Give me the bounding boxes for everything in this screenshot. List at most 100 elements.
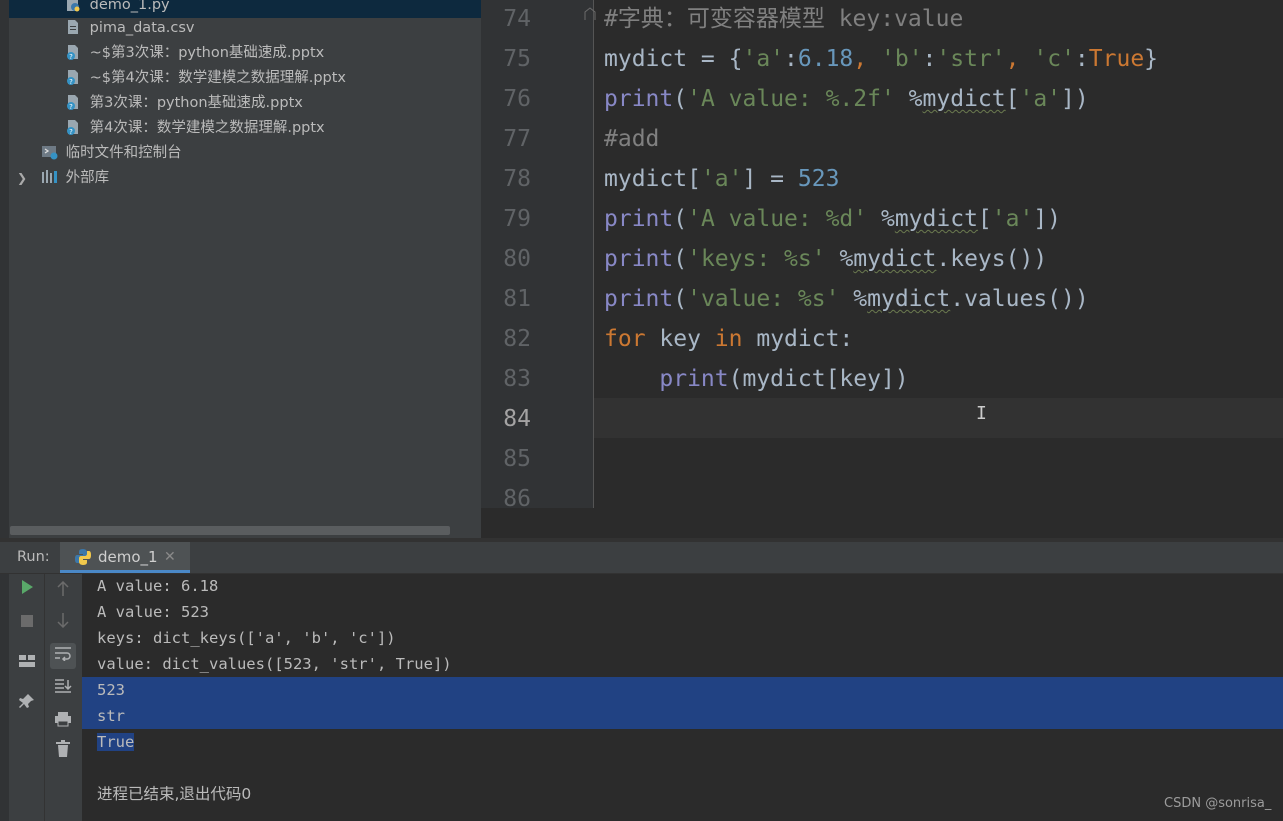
printer-icon [55, 712, 71, 727]
tree-item-tmp-ppt4[interactable]: ? ~$第4次课：数学建模之数据理解.pptx [9, 66, 346, 91]
chevron-right-icon[interactable]: ❯ [17, 166, 29, 191]
svg-text:?: ? [69, 53, 73, 60]
scratches-icon [41, 144, 58, 160]
unknown-file-icon: ? [65, 119, 81, 136]
trash-icon [56, 740, 70, 757]
stop-button[interactable] [14, 610, 40, 636]
output-line-text: A value: 523 [97, 603, 209, 621]
print-button[interactable] [50, 709, 76, 735]
line-number: 86 [503, 486, 531, 512]
current-line-highlight [594, 398, 1283, 438]
output-line-text: value: dict_values([523, 'str', True]) [97, 655, 452, 673]
scroll-down-button[interactable] [50, 610, 76, 636]
run-panel-header [0, 542, 1283, 574]
tree-item-label: demo_1.py [89, 0, 170, 13]
left-vertical-tool-strip [0, 574, 9, 821]
left-tool-strip [0, 0, 9, 538]
python-icon [74, 548, 92, 566]
code-line[interactable]: for key in mydict: [604, 319, 853, 359]
output-line: str [82, 703, 1283, 729]
toolbar-separator [44, 574, 45, 821]
tree-item-label: ~$第4次课：数学建模之数据理解.pptx [89, 70, 346, 86]
scrollbar-thumb[interactable] [10, 526, 450, 535]
code-line[interactable]: mydict = {'a':6.18, 'b':'str', 'c':True} [604, 39, 1158, 79]
output-line-text: 523 [97, 681, 125, 699]
line-number: 79 [503, 206, 531, 232]
scroll-up-button[interactable] [50, 579, 76, 605]
line-number: 83 [503, 366, 531, 392]
run-tab-label: demo_1 [98, 548, 158, 566]
tree-item-label: ~$第3次课：python基础速成.pptx [89, 45, 325, 61]
tree-item-tmp-ppt3[interactable]: ? ~$第3次课：python基础速成.pptx [9, 41, 324, 66]
line-number: 85 [503, 446, 531, 472]
tree-item-external-libraries[interactable]: ❯ 外部库 [9, 166, 109, 191]
code-line[interactable]: print('A value: %d' %mydict['a']) [604, 199, 1061, 239]
line-number: 76 [503, 86, 531, 112]
text-cursor-icon: I [976, 403, 987, 424]
tree-item-label: pima_data.csv [89, 20, 195, 36]
code-line[interactable]: print('value: %s' %mydict.values()) [604, 279, 1089, 319]
pin-icon [19, 694, 34, 708]
line-number: 75 [503, 46, 531, 72]
code-line[interactable]: #字典：可变容器模型 key:value [604, 0, 963, 39]
library-icon [41, 169, 57, 185]
soft-wrap-button[interactable] [50, 643, 76, 669]
tree-item-scratches[interactable]: 临时文件和控制台 [9, 141, 182, 166]
rerun-button[interactable] [14, 577, 40, 603]
output-line: A value: 6.18 [82, 573, 1283, 599]
close-icon[interactable]: ✕ [164, 546, 176, 568]
arrow-down-icon [57, 613, 69, 629]
unknown-file-icon: ? [65, 44, 81, 61]
output-line: 进程已结束,退出代码0 [82, 781, 1283, 807]
python-file-icon [65, 0, 81, 12]
line-number: 74 [503, 6, 531, 32]
output-line [82, 755, 1283, 781]
output-line: keys: dict_keys(['a', 'b', 'c']) [82, 625, 1283, 651]
layout-icon [19, 655, 35, 667]
output-line-text [82, 759, 97, 777]
scroll-to-end-button[interactable] [50, 676, 76, 702]
stop-icon [21, 615, 33, 627]
svg-text:?: ? [69, 128, 73, 135]
line-number: 77 [503, 126, 531, 152]
line-number: 84 [503, 406, 531, 432]
code-line[interactable]: #add [604, 119, 659, 159]
output-line: True [82, 729, 1283, 755]
arrow-up-icon [57, 580, 69, 596]
soft-wrap-icon [55, 647, 71, 662]
line-number: 78 [503, 166, 531, 192]
output-line: 523 [82, 677, 1283, 703]
layout-button[interactable] [14, 650, 40, 676]
watermark: CSDN @sonrisa_ [1164, 796, 1272, 811]
tree-item-pima-data[interactable]: pima_data.csv [9, 16, 194, 41]
run-label: Run: [17, 549, 50, 565]
code-line[interactable]: print('A value: %.2f' %mydict['a']) [604, 79, 1089, 119]
line-number: 82 [503, 326, 531, 352]
tree-item-ppt4[interactable]: ? 第4次课：数学建模之数据理解.pptx [9, 116, 325, 141]
svg-text:?: ? [69, 103, 73, 110]
pin-tab-button[interactable] [14, 692, 40, 718]
tree-item-label: 第3次课：python基础速成.pptx [89, 95, 303, 111]
fold-marker-icon[interactable] [584, 6, 596, 20]
unknown-file-icon: ? [65, 69, 81, 86]
output-line-text: keys: dict_keys(['a', 'b', 'c']) [97, 629, 396, 647]
code-line[interactable]: print(mydict[key]) [604, 359, 908, 399]
tree-item-ppt3[interactable]: ? 第3次课：python基础速成.pptx [9, 91, 303, 116]
code-line[interactable]: mydict['a'] = 523 [604, 159, 839, 199]
text-file-icon [65, 19, 81, 35]
output-line-text: str [97, 707, 125, 725]
tree-item-label: 外部库 [65, 170, 110, 186]
output-line-text: 进程已结束,退出代码0 [97, 785, 252, 803]
code-line[interactable]: print('keys: %s' %mydict.keys()) [604, 239, 1047, 279]
play-icon [22, 580, 33, 594]
output-line: value: dict_values([523, 'str', True]) [82, 651, 1283, 677]
line-number: 80 [503, 246, 531, 272]
output-line-text: True [97, 733, 135, 751]
scroll-to-end-icon [55, 679, 72, 693]
clear-all-button[interactable] [50, 740, 76, 766]
line-number: 81 [503, 286, 531, 312]
editor-bottom-area [481, 508, 1283, 538]
output-line-text: A value: 6.18 [97, 577, 219, 595]
output-line: A value: 523 [82, 599, 1283, 625]
tree-item-label: 第4次课：数学建模之数据理解.pptx [89, 120, 325, 136]
